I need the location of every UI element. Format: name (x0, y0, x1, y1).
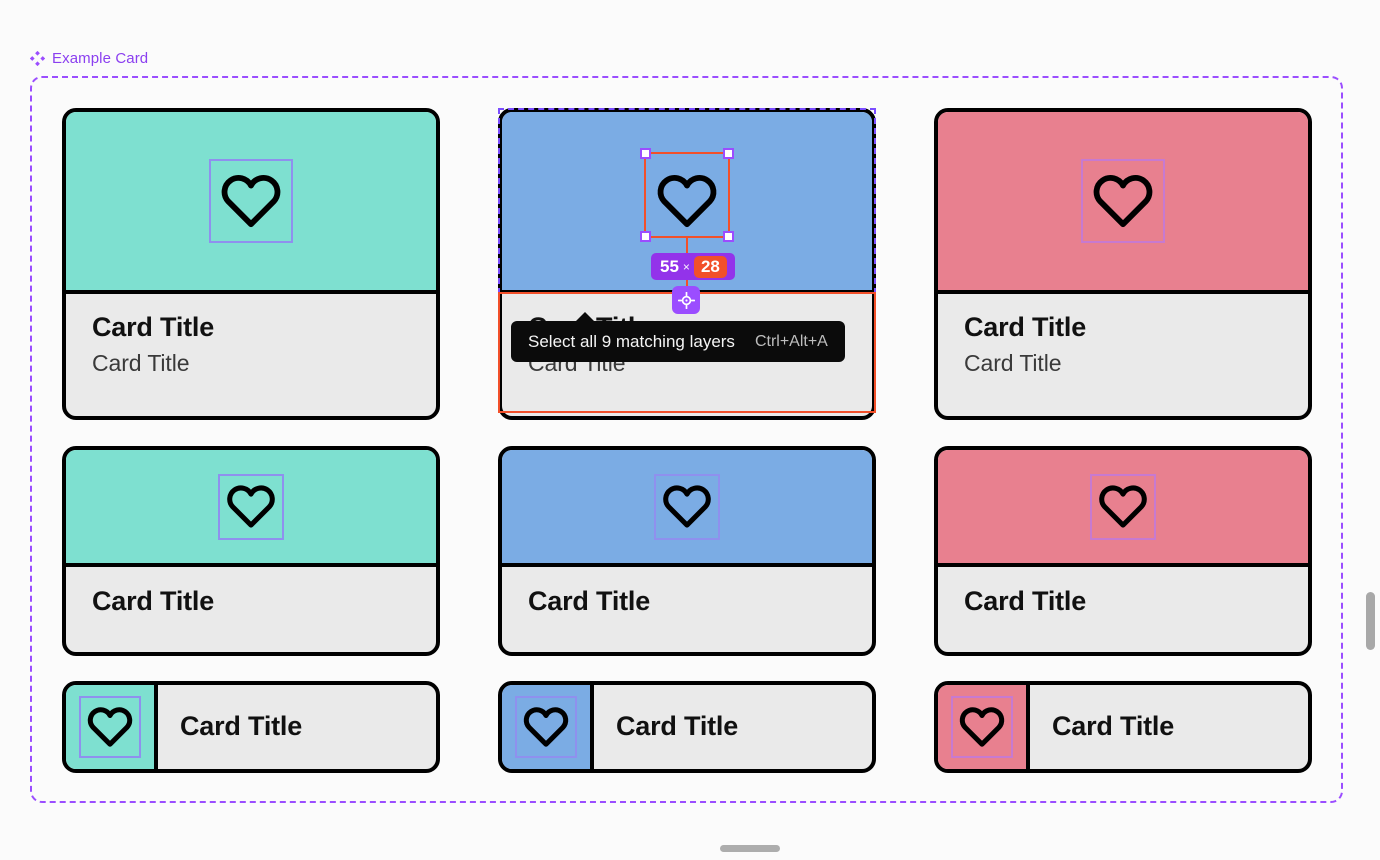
target-crosshair-icon (677, 291, 695, 309)
heart-icon (663, 485, 711, 528)
card-body: Card Title Card Title (938, 294, 1308, 416)
tooltip-text: Select all 9 matching layers (528, 331, 735, 351)
card-teal-short[interactable]: Card Title (62, 446, 440, 656)
heart-icon (221, 175, 281, 228)
heart-icon (1093, 175, 1153, 228)
card-title: Card Title (616, 711, 739, 742)
size-badge-height: 28 (693, 255, 727, 278)
icon-frame (515, 696, 577, 758)
heart-icon (523, 707, 569, 747)
card-title: Card Title (1052, 711, 1175, 742)
heart-icon (959, 707, 1005, 747)
scrollbar-thumb[interactable] (1366, 592, 1375, 650)
tooltip-shortcut: Ctrl+Alt+A (754, 332, 828, 350)
icon-frame (218, 473, 284, 540)
card-grid: Card Title Card Title Card Title Card Ti… (62, 108, 1312, 773)
icon-frame (1090, 473, 1156, 540)
card-title: Card Title (528, 586, 651, 616)
heart-icon (87, 707, 133, 747)
card-pink-short[interactable]: Card Title (934, 446, 1312, 656)
card-pink-horizontal[interactable]: Card Title (934, 681, 1312, 773)
card-body: Card Title Card Title (66, 294, 436, 416)
icon-frame (654, 473, 720, 540)
frame-label-text: Example Card (52, 50, 149, 67)
card-media (938, 685, 1030, 769)
size-badge-separator: × (682, 259, 690, 274)
card-subtitle: Card Title (964, 349, 1062, 376)
card-title: Card Title (964, 586, 1087, 616)
size-badge-width: 55 (660, 256, 679, 276)
icon-frame (79, 696, 141, 758)
card-row-2: Card Title Card Title Card Title (62, 446, 1312, 656)
card-body: Card Title (66, 567, 436, 652)
window-resize-handle[interactable] (720, 845, 780, 852)
icon-frame (209, 159, 293, 243)
card-media (502, 685, 594, 769)
icon-frame (1081, 159, 1165, 243)
icon-frame (951, 696, 1013, 758)
size-badge: 55 × 28 (651, 253, 735, 280)
card-title: Card Title (180, 711, 303, 742)
card-media (66, 450, 436, 567)
card-body: Card Title (502, 567, 872, 652)
card-title: Card Title (92, 586, 215, 616)
card-body: Card Title (1030, 685, 1308, 769)
card-body: Card Title (594, 685, 872, 769)
card-media (938, 112, 1308, 294)
icon-frame (645, 159, 729, 243)
heart-icon (227, 485, 275, 528)
select-matching-layers-button[interactable] (672, 286, 700, 314)
card-body: Card Title (938, 567, 1308, 652)
card-blue-short[interactable]: Card Title (498, 446, 876, 656)
frame-label[interactable]: Example Card (29, 50, 149, 67)
card-subtitle: Card Title (92, 349, 190, 376)
canvas: Example Card Card Title Card Title Card … (0, 0, 1380, 860)
card-title: Card Title (92, 312, 215, 342)
card-title: Card Title (964, 312, 1087, 342)
card-media (66, 112, 436, 294)
card-media (66, 685, 158, 769)
card-row-3: Card Title Card Title Card Title (62, 681, 1312, 773)
card-pink-tall[interactable]: Card Title Card Title (934, 108, 1312, 420)
tooltip: Select all 9 matching layers Ctrl+Alt+A (511, 312, 845, 362)
card-media (502, 450, 872, 567)
heart-icon (657, 175, 717, 228)
card-blue-horizontal[interactable]: Card Title (498, 681, 876, 773)
card-teal-tall[interactable]: Card Title Card Title (62, 108, 440, 420)
heart-icon (1099, 485, 1147, 528)
card-teal-horizontal[interactable]: Card Title (62, 681, 440, 773)
card-body: Card Title (158, 685, 436, 769)
component-diamond-icon (29, 50, 46, 67)
card-media (938, 450, 1308, 567)
